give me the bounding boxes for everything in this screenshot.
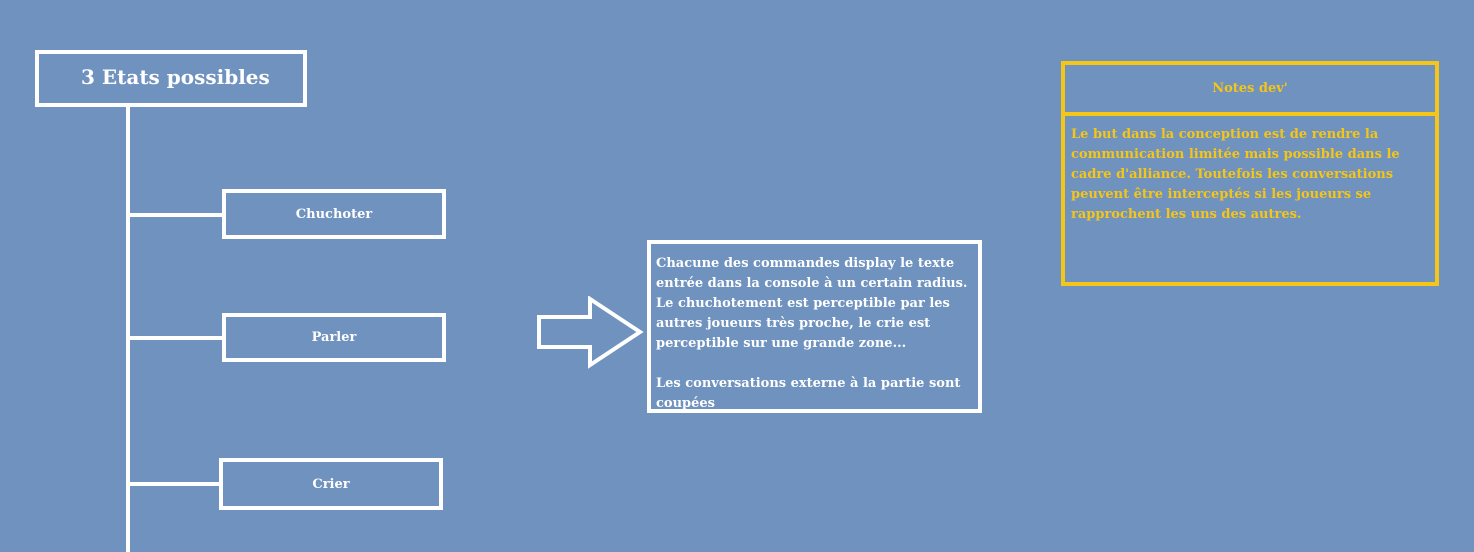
branch-connector-crier [126,482,219,486]
state-node-parler: Parler [222,313,446,362]
description-text-3: Les conversations externe à la partie so… [656,376,961,411]
right-arrow-icon [537,296,644,369]
branch-connector-parler [126,336,222,340]
dev-notes-body: Le but dans la conception est de rendre … [1071,127,1400,222]
state-node-chuchoter: Chuchoter [222,189,446,239]
dev-notes-panel: Notes dev' Le but dans la conception est… [1061,61,1439,286]
dev-notes-title: Notes dev' [1065,65,1435,116]
state-node-crier: Crier [219,458,443,510]
branch-connector-chuchoter [126,213,222,217]
root-node-title: 3 Etats possibles [35,50,307,107]
description-box: Chacune des commandes display le texte e… [647,240,982,413]
description-text-2: Le chuchotement est perceptible par les … [656,296,950,351]
description-text-1: Chacune des commandes display le texte e… [656,256,968,291]
